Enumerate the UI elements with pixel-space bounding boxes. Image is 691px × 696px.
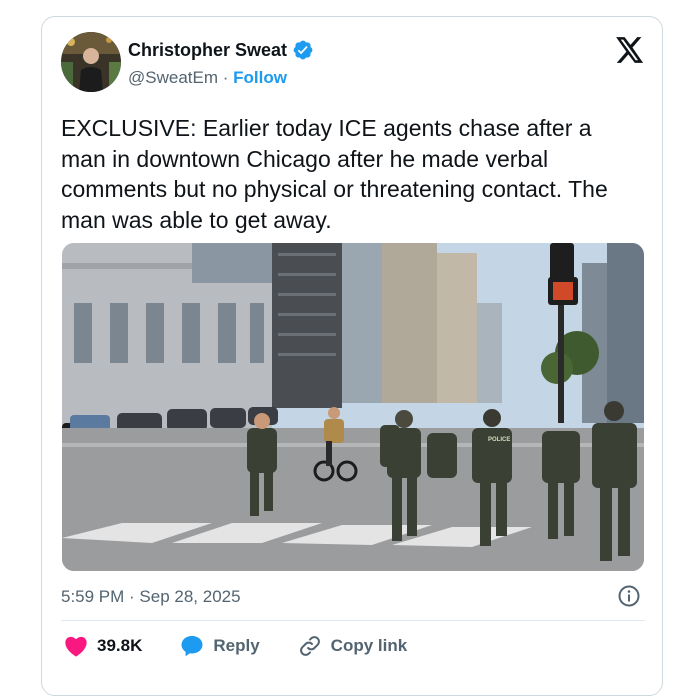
- info-icon[interactable]: [617, 584, 641, 613]
- vest-lettering: POLICE: [488, 437, 510, 443]
- author-handle[interactable]: @SweatEm: [128, 68, 218, 87]
- tweet-timestamp[interactable]: 5:59 PM · Sep 28, 2025: [61, 587, 241, 607]
- tweet-text: EXCLUSIVE: Earlier today ICE agents chas…: [61, 115, 615, 233]
- verified-badge-icon: [293, 40, 313, 60]
- avatar[interactable]: [61, 32, 121, 92]
- copy-link-button[interactable]: Copy link: [298, 634, 408, 658]
- x-logo-icon[interactable]: [616, 37, 644, 68]
- author-handle-row: @SweatEm · Follow: [128, 68, 287, 88]
- street-scene-image: POLICE: [62, 243, 644, 571]
- reply-label: Reply: [213, 636, 260, 655]
- like-button[interactable]: 39.8K: [64, 635, 142, 657]
- handle-separator: ·: [222, 68, 229, 87]
- action-bar: 39.8K Reply Copy link: [64, 634, 445, 658]
- copy-link-label: Copy link: [330, 636, 408, 655]
- tweet-card: Christopher Sweat @SweatEm · Follow EXCL…: [41, 16, 663, 696]
- follow-button[interactable]: Follow: [233, 68, 287, 87]
- author-name-row: Christopher Sweat: [128, 39, 314, 61]
- author-name[interactable]: Christopher Sweat: [128, 40, 287, 61]
- tweet-video-thumbnail[interactable]: POLICE: [62, 243, 644, 571]
- link-icon: [299, 636, 320, 656]
- divider: [61, 620, 645, 621]
- avatar-image: [61, 32, 121, 92]
- reply-bubble-icon: [181, 636, 203, 657]
- like-count: 39.8K: [97, 636, 143, 655]
- heart-icon: [65, 636, 87, 657]
- reply-button[interactable]: Reply: [180, 635, 260, 657]
